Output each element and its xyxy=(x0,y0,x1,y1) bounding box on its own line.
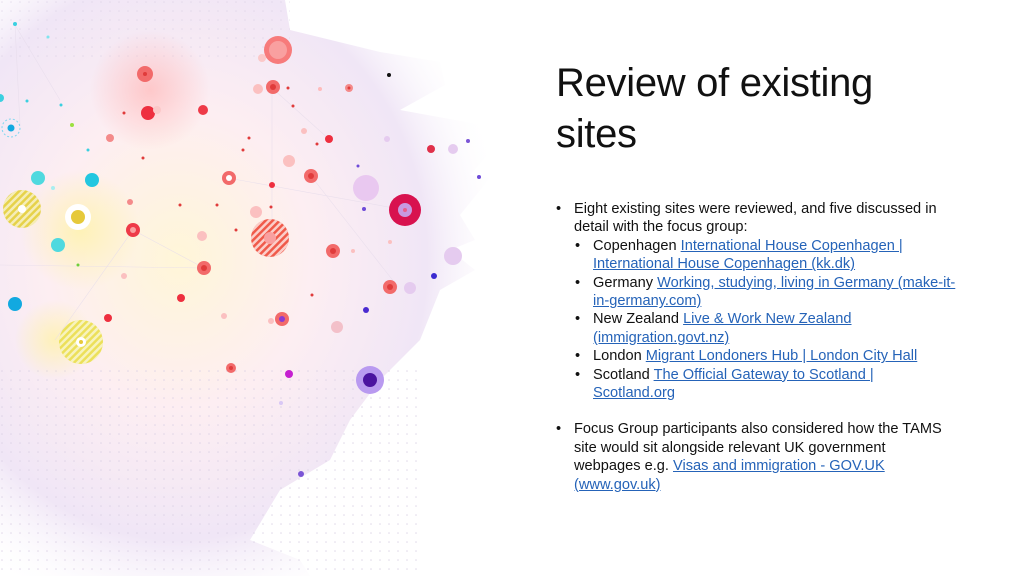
site-label: Germany xyxy=(593,274,654,291)
sub-bullet-new-zealand: New Zealand Live & Work New Zealand (imm… xyxy=(556,310,956,347)
bullet-list: Eight existing sites were reviewed, and … xyxy=(556,200,956,494)
decorative-network-graphic xyxy=(0,0,510,576)
link-london[interactable]: Migrant Londoners Hub | London City Hall xyxy=(646,348,918,364)
site-label: Scotland xyxy=(593,366,650,383)
slide-body: Eight existing sites were reviewed, and … xyxy=(556,200,956,494)
site-label: New Zealand xyxy=(593,311,679,328)
sub-bullet-list: Copenhagen International House Copenhage… xyxy=(574,237,956,403)
bullet-sites-reviewed: Eight existing sites were reviewed, and … xyxy=(556,200,956,402)
bullet-text: Eight existing sites were reviewed, and … xyxy=(574,201,937,236)
sub-bullet-london: London Migrant Londoners Hub | London Ci… xyxy=(556,347,956,366)
spacer xyxy=(556,402,956,420)
sub-bullet-germany: Germany Working, studying, living in Ger… xyxy=(556,274,956,311)
title-line-2: sites xyxy=(556,112,637,156)
sub-bullet-copenhagen: Copenhagen International House Copenhage… xyxy=(556,237,956,274)
title-line-1: Review of existing xyxy=(556,61,873,105)
site-label: Copenhagen xyxy=(593,237,677,254)
dot-grid xyxy=(0,370,420,576)
sub-bullet-scotland: Scotland The Official Gateway to Scotlan… xyxy=(556,366,956,403)
bullet-focus-group: Focus Group participants also considered… xyxy=(556,420,956,494)
slide-title: Review of existing sites xyxy=(556,58,956,160)
site-label: London xyxy=(593,348,642,365)
